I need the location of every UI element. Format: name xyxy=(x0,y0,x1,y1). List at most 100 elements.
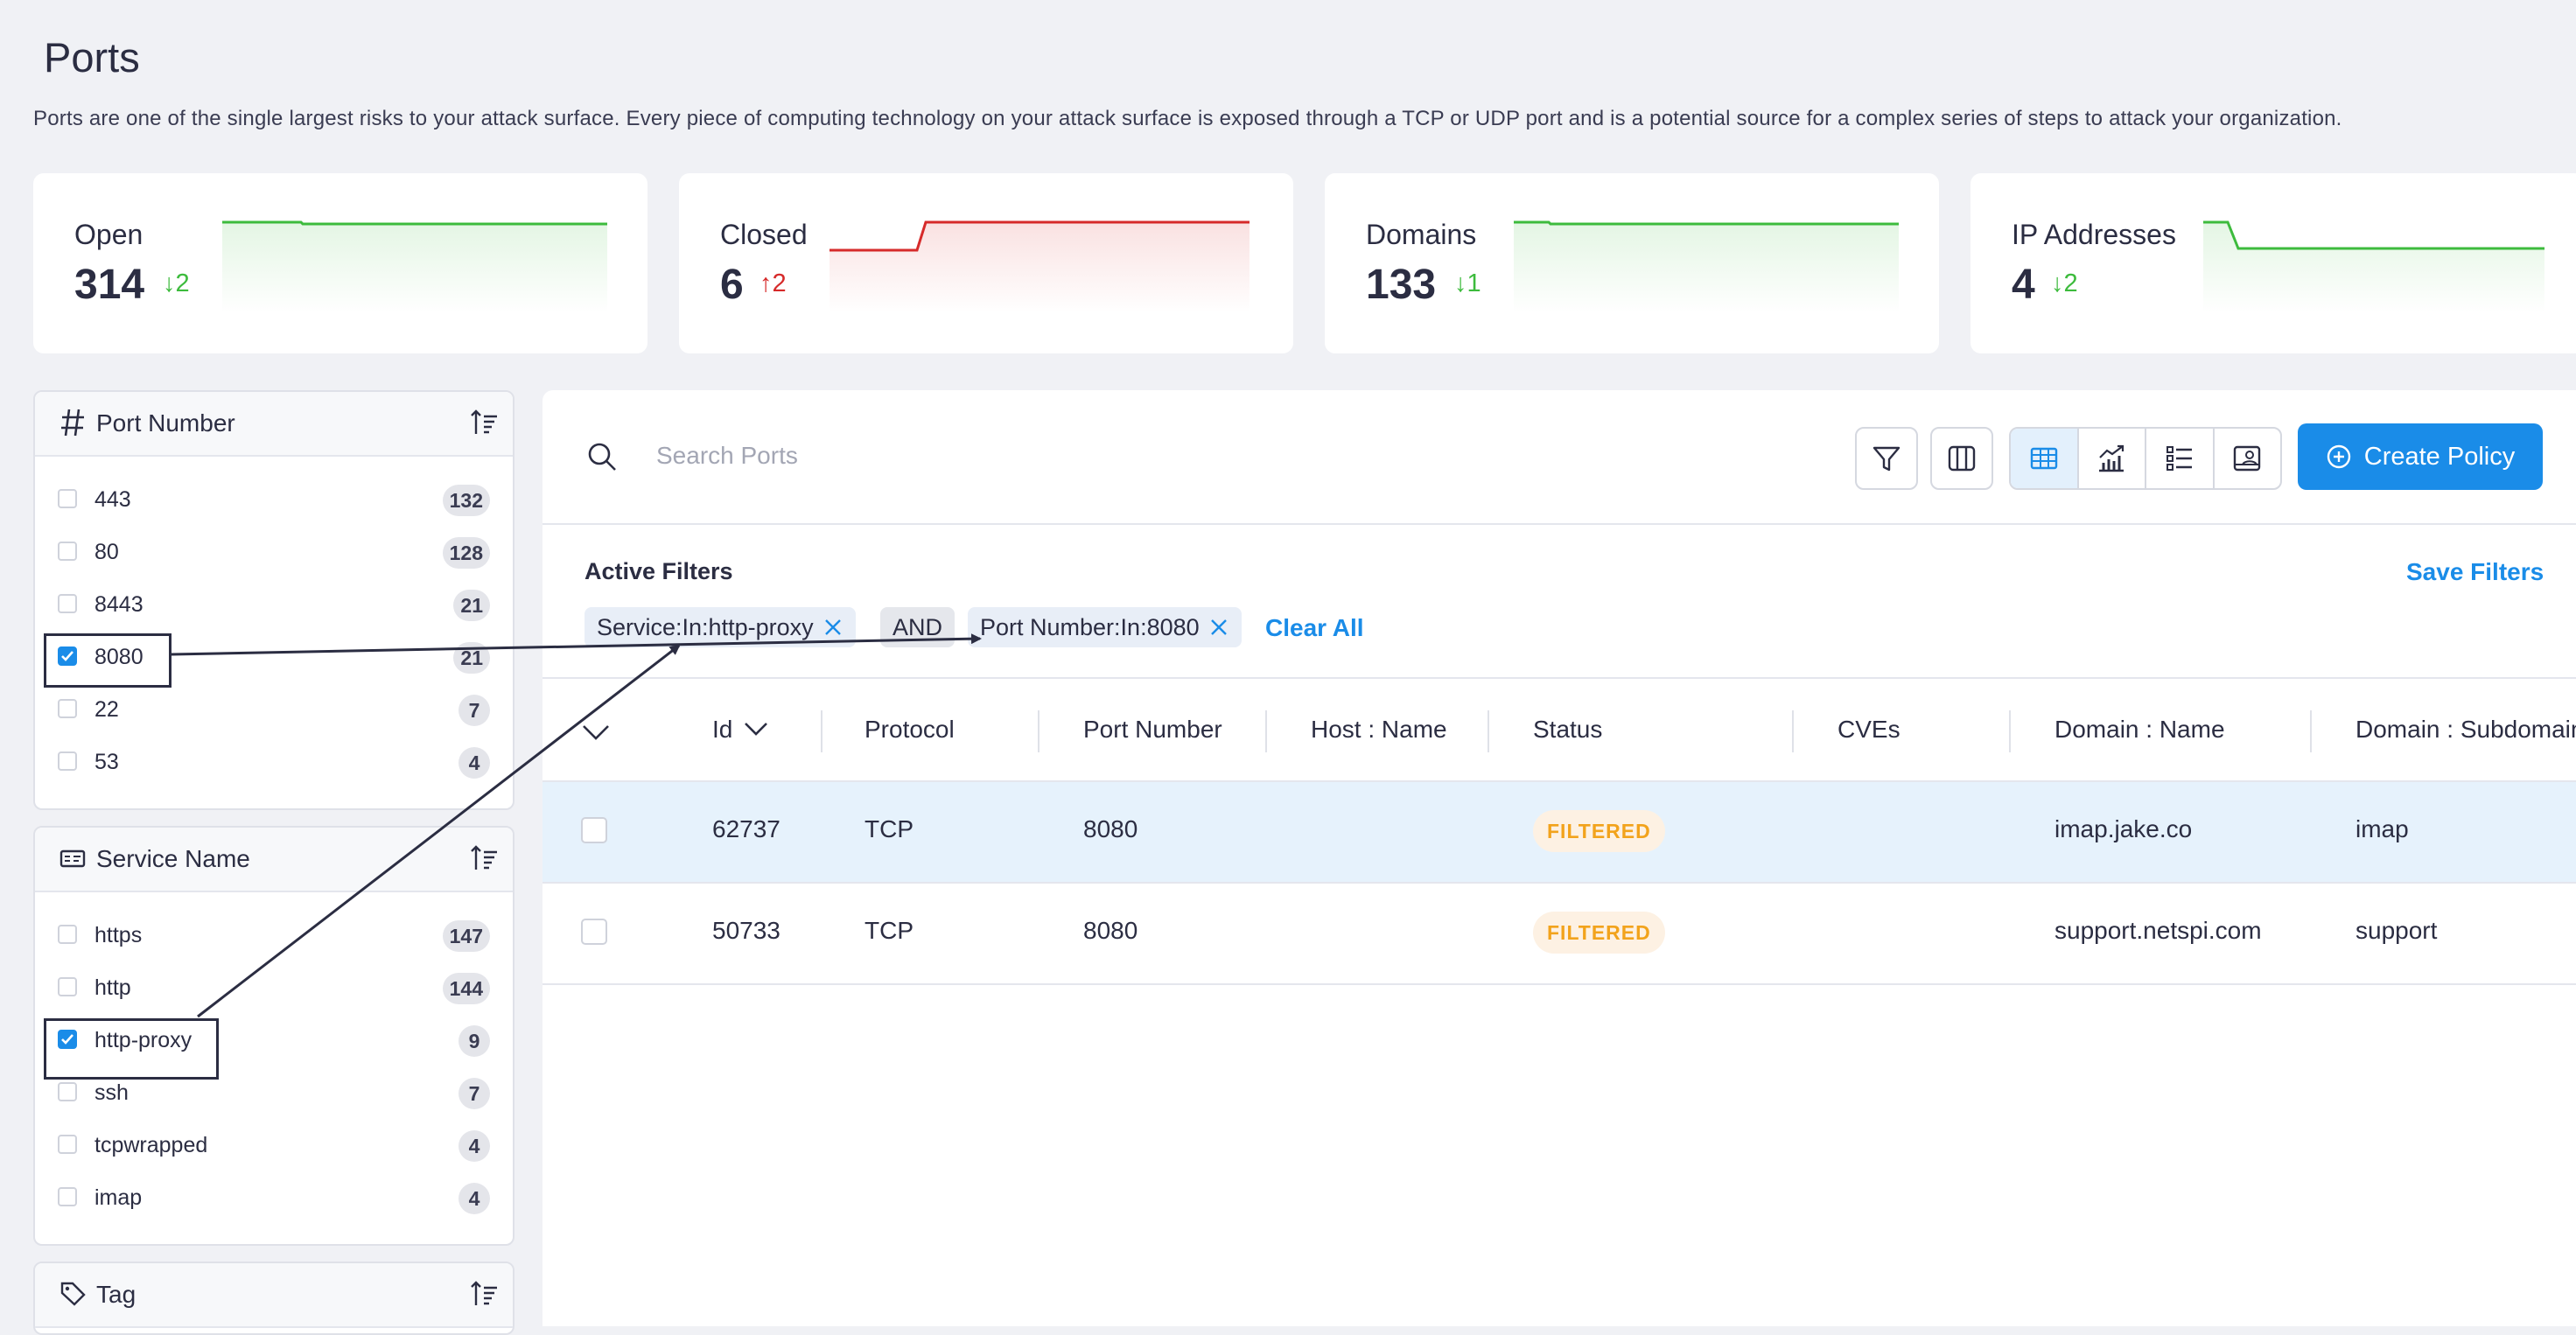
close-icon[interactable] xyxy=(822,617,844,638)
count-badge: 147 xyxy=(442,920,490,952)
facet-option-imap[interactable]: imap 4 xyxy=(35,1172,513,1225)
facet-header: Port Number xyxy=(35,392,513,457)
checkbox[interactable] xyxy=(58,925,77,944)
checkbox[interactable] xyxy=(58,1082,77,1101)
filter-button[interactable] xyxy=(1855,427,1918,490)
count-badge: 144 xyxy=(442,973,490,1004)
checkbox[interactable] xyxy=(58,489,77,508)
column-resizer[interactable] xyxy=(2009,710,2011,752)
card-view-button[interactable] xyxy=(2215,429,2281,488)
sort-icon[interactable] xyxy=(469,408,499,437)
column-header-domain-name[interactable]: Domain : Name xyxy=(2054,716,2225,744)
port-number-facet: Port Number 443 132 80 128 8443 21 8080 21 2… xyxy=(33,390,514,810)
table-row[interactable]: 62737 TCP 8080 FILTERED imap.jake.co ima… xyxy=(542,782,2576,884)
plus-circle-icon xyxy=(2327,444,2350,469)
facet-title: Port Number xyxy=(96,409,235,437)
facet-option-22[interactable]: 22 7 xyxy=(35,684,513,737)
filter-chip-service[interactable]: Service:In:http-proxy xyxy=(584,607,856,647)
select-all-chevron-icon[interactable] xyxy=(581,721,611,744)
option-label: https xyxy=(94,923,143,947)
page-title: Ports xyxy=(44,34,140,80)
table-row[interactable]: 50733 TCP 8080 FILTERED support.netspi.c… xyxy=(542,884,2576,985)
checkbox[interactable] xyxy=(58,977,77,996)
count-badge: 7 xyxy=(458,695,490,726)
checkbox[interactable] xyxy=(58,594,77,613)
facet-header: Service Name xyxy=(35,828,513,892)
column-header-port-number[interactable]: Port Number xyxy=(1083,716,1222,744)
arrow-up-icon: ↑ xyxy=(760,269,773,297)
option-label: 80 xyxy=(94,540,119,564)
ip-addresses-card[interactable]: IP Addresses 4 ↓2 xyxy=(1970,173,2576,353)
row-checkbox[interactable] xyxy=(581,919,607,945)
column-header-cves[interactable]: CVEs xyxy=(1838,716,1900,744)
sparkline-chart xyxy=(2203,220,2544,313)
facet-option-443[interactable]: 443 132 xyxy=(35,474,513,527)
id-card-icon xyxy=(60,849,86,868)
create-policy-label: Create Policy xyxy=(2363,442,2516,471)
sparkline-chart xyxy=(1514,220,1899,313)
facet-option-tcpwrapped[interactable]: tcpwrapped 4 xyxy=(35,1120,513,1172)
column-header-status[interactable]: Status xyxy=(1533,716,1602,744)
table-view-button[interactable] xyxy=(2011,429,2079,488)
annotation-highlight-8080 xyxy=(44,633,172,688)
facet-option-80[interactable]: 80 128 xyxy=(35,527,513,579)
close-icon[interactable] xyxy=(1208,617,1229,638)
checkbox[interactable] xyxy=(58,1187,77,1206)
card-value: 4 xyxy=(2012,262,2035,308)
chart-view-button[interactable] xyxy=(2079,429,2146,488)
column-header-protocol[interactable]: Protocol xyxy=(864,716,955,744)
option-label: imap xyxy=(94,1185,143,1210)
card-label: Closed xyxy=(720,219,808,250)
facet-option-http[interactable]: http 144 xyxy=(35,962,513,1015)
chip-label: AND xyxy=(892,613,943,640)
facet-option-8443[interactable]: 8443 21 xyxy=(35,579,513,632)
column-header-host-name[interactable]: Host : Name xyxy=(1311,716,1447,744)
cell-protocol: TCP xyxy=(864,815,914,842)
columns-button[interactable] xyxy=(1930,427,1993,490)
column-resizer[interactable] xyxy=(1038,710,1040,752)
divider xyxy=(542,523,2576,525)
create-policy-button[interactable]: Create Policy xyxy=(2298,423,2543,490)
facet-option-https[interactable]: https 147 xyxy=(35,910,513,962)
cell-id: 50733 xyxy=(712,917,780,944)
column-resizer[interactable] xyxy=(1792,710,1794,752)
list-view-button[interactable] xyxy=(2146,429,2215,488)
facet-option-53[interactable]: 53 4 xyxy=(35,737,513,789)
filter-chip-port[interactable]: Port Number:In:8080 xyxy=(968,607,1242,647)
option-label: tcpwrapped xyxy=(94,1133,208,1157)
image-card-icon xyxy=(2234,445,2261,472)
save-filters-link[interactable]: Save Filters xyxy=(2406,558,2544,586)
option-label: 22 xyxy=(94,697,119,722)
sort-icon[interactable] xyxy=(469,843,499,873)
row-checkbox[interactable] xyxy=(581,817,607,843)
checkbox[interactable] xyxy=(58,1135,77,1154)
column-resizer[interactable] xyxy=(1265,710,1267,752)
column-resizer[interactable] xyxy=(2310,710,2312,752)
column-header-id[interactable]: Id xyxy=(712,716,769,744)
checkbox[interactable] xyxy=(58,542,77,561)
cell-domain: support.netspi.com xyxy=(2054,917,2262,944)
card-value: 6 xyxy=(720,262,744,308)
card-delta: ↓1 xyxy=(1454,269,1481,297)
page-description: Ports are one of the single largest risk… xyxy=(33,107,2342,130)
closed-ports-card[interactable]: Closed 6 ↑2 xyxy=(679,173,1293,353)
clear-all-link[interactable]: Clear All xyxy=(1265,614,1364,642)
column-resizer[interactable] xyxy=(821,710,822,752)
checkbox[interactable] xyxy=(58,699,77,718)
search-input[interactable] xyxy=(654,434,1446,478)
checkbox[interactable] xyxy=(58,751,77,771)
domains-card[interactable]: Domains 133 ↓1 xyxy=(1325,173,1939,353)
arrow-down-icon: ↓ xyxy=(1454,269,1467,297)
card-label: Open xyxy=(74,219,144,250)
column-header-domain-subdomain[interactable]: Domain : Subdomain xyxy=(2356,716,2576,744)
count-badge: 128 xyxy=(442,537,490,569)
chart-icon xyxy=(2099,444,2124,472)
cell-subdomain: imap xyxy=(2356,815,2409,842)
cell-id: 62737 xyxy=(712,815,780,842)
sort-icon[interactable] xyxy=(469,1279,499,1309)
open-ports-card[interactable]: Open 314 ↓2 xyxy=(33,173,648,353)
column-resizer[interactable] xyxy=(1488,710,1489,752)
count-badge: 21 xyxy=(453,642,490,674)
arrow-down-icon: ↓ xyxy=(163,269,176,297)
facet-title: Tag xyxy=(96,1281,136,1308)
